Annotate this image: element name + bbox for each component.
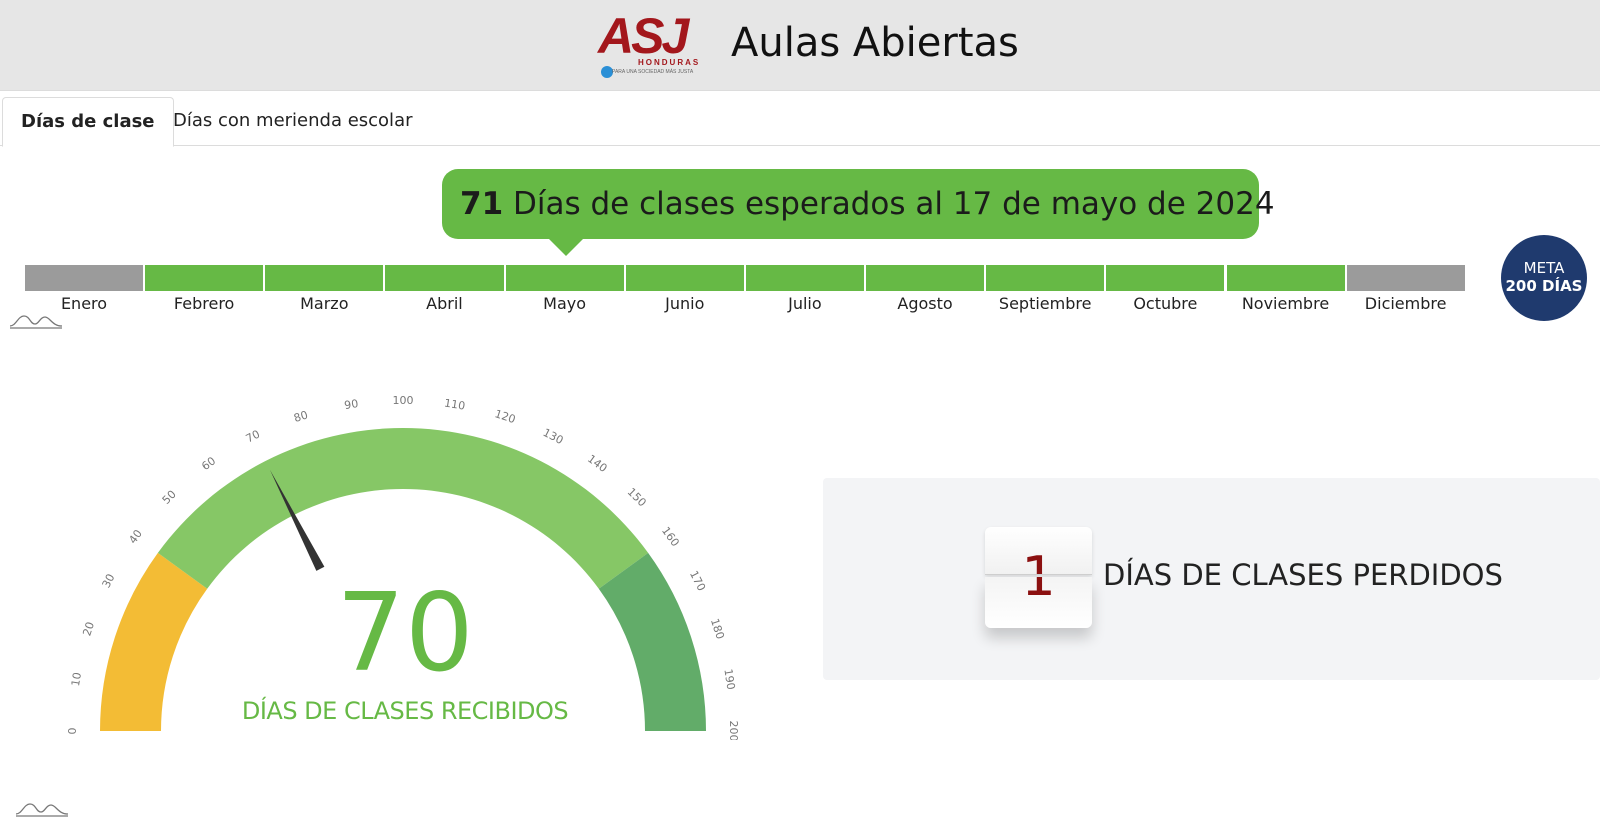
- chart-options-icon-2[interactable]: [14, 800, 70, 818]
- month-segment-octubre: [1106, 265, 1225, 291]
- gauge-tick-label-190: 190: [721, 668, 737, 691]
- month-segment-abril: [385, 265, 504, 291]
- gauge-tick-label-160: 160: [659, 524, 682, 549]
- month-segment-enero: [25, 265, 144, 291]
- logo-text: ASJ: [598, 8, 689, 64]
- month-label-noviembre: Noviembre: [1241, 294, 1330, 313]
- month-segment-junio: [625, 265, 744, 291]
- expected-days-callout: 71 Días de clases esperados al 17 de may…: [442, 169, 1275, 239]
- month-segment-julio: [745, 265, 865, 291]
- gauge-tick-label-200: 200: [727, 721, 740, 741]
- gauge-tick-label-70: 70: [244, 428, 262, 446]
- gauge-tick-label-130: 130: [541, 426, 566, 447]
- gauge-tick-label-10: 10: [69, 671, 84, 687]
- meta-badge: META 200 DÍAS: [1501, 235, 1587, 321]
- month-segment-mayo: [505, 265, 624, 291]
- logo-subtext: HONDURAS: [638, 58, 701, 67]
- gauge-tick-label-120: 120: [493, 407, 517, 426]
- gauge-tick-label-40: 40: [126, 527, 145, 546]
- month-label-agosto: Agosto: [897, 294, 953, 313]
- gauge-band-1: [157, 427, 649, 589]
- expected-days-text: Días de clases esperados al 17 de mayo d…: [513, 186, 1275, 222]
- lost-days-counter: 1 1: [985, 527, 1092, 628]
- gauge-tick-label-30: 30: [100, 572, 118, 590]
- gauge-tick-label-150: 150: [625, 485, 649, 509]
- page-title: Aulas Abiertas: [731, 20, 1019, 66]
- asj-logo: ASJ HONDURAS PARA UNA SOCIEDAD MÁS JUSTA: [598, 8, 706, 80]
- month-label-abril: Abril: [426, 294, 463, 313]
- month-label-octubre: Octubre: [1133, 294, 1198, 313]
- days-received-label: DÍAS DE CLASES RECIBIDOS: [241, 697, 569, 725]
- month-segment-noviembre: [1226, 265, 1345, 291]
- month-segment-diciembre: [1346, 265, 1465, 291]
- tab-dias-con-merienda[interactable]: Días con merienda escolar: [155, 97, 431, 146]
- flip-bottom: 1: [985, 577, 1092, 628]
- month-label-enero: Enero: [60, 294, 108, 313]
- gauge-tick-label-20: 20: [80, 620, 97, 637]
- logo-tagline: PARA UNA SOCIEDAD MÁS JUSTA: [612, 69, 694, 75]
- lost-days-value: 1: [985, 577, 1092, 605]
- lost-days-value-top: 1: [985, 549, 1092, 575]
- month-label-febrero: Febrero: [173, 294, 235, 313]
- flip-top: 1: [985, 527, 1092, 575]
- month-label-marzo: Marzo: [300, 294, 349, 313]
- month-label-mayo: Mayo: [543, 294, 587, 313]
- gauge-tick-label-80: 80: [292, 408, 309, 425]
- tab-dias-de-clase[interactable]: Días de clase: [2, 97, 174, 147]
- lost-days-label: DÍAS DE CLASES PERDIDOS: [1103, 558, 1503, 592]
- gauge-tick-label-50: 50: [160, 488, 179, 507]
- expected-days-number: 71: [460, 186, 504, 222]
- month-segment-septiembre: [986, 265, 1105, 291]
- month-label-julio: Julio: [788, 294, 822, 313]
- gauge-tick-label-180: 180: [708, 617, 727, 641]
- meta-label: META: [1523, 259, 1565, 277]
- month-segment-febrero: [145, 265, 264, 291]
- app-header: ASJ HONDURAS PARA UNA SOCIEDAD MÁS JUSTA…: [0, 0, 1600, 91]
- chart-options-icon[interactable]: [8, 312, 64, 330]
- gauge-tick-label-100: 100: [393, 395, 414, 407]
- month-label-septiembre: Septiembre: [998, 294, 1092, 313]
- gauge-tick-label-110: 110: [443, 397, 466, 413]
- gauge-tick-label-170: 170: [687, 569, 708, 594]
- gauge-tick-label-90: 90: [343, 397, 359, 412]
- gauge-tick-label-0: 0: [66, 728, 79, 735]
- gauge-tick-label-60: 60: [199, 454, 218, 473]
- days-received-value: 70: [336, 571, 474, 696]
- month-segment-marzo: [265, 265, 384, 291]
- tab-bar: Días de clase Días con merienda escolar: [0, 91, 1600, 147]
- callout-pointer: [548, 238, 584, 256]
- month-label-diciembre: Diciembre: [1364, 294, 1447, 313]
- month-label-junio: Junio: [665, 294, 705, 313]
- month-timeline: [25, 265, 1467, 291]
- gauge-tick-label-140: 140: [585, 452, 610, 475]
- meta-value: 200 DÍAS: [1505, 277, 1583, 295]
- month-segment-agosto: [866, 265, 985, 291]
